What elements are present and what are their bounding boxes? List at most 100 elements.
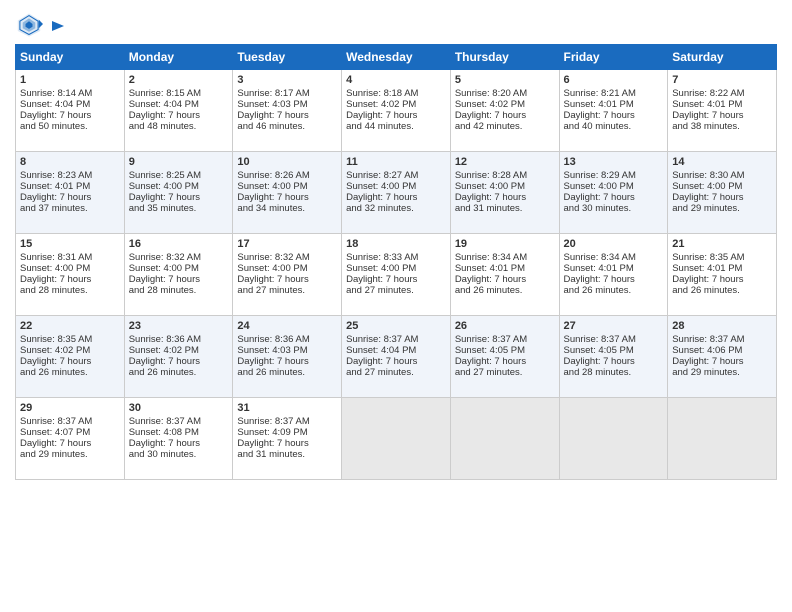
table-row <box>668 398 777 480</box>
day-info: Daylight: 7 hours <box>455 274 555 285</box>
day-info: Sunrise: 8:23 AM <box>20 170 120 181</box>
day-info: Daylight: 7 hours <box>20 274 120 285</box>
day-info: Daylight: 7 hours <box>455 192 555 203</box>
day-info: Sunset: 4:00 PM <box>455 181 555 192</box>
day-info: and 28 minutes. <box>564 367 664 378</box>
table-row: 21Sunrise: 8:35 AMSunset: 4:01 PMDayligh… <box>668 234 777 316</box>
day-number: 30 <box>129 402 229 414</box>
day-info: Sunset: 4:00 PM <box>237 263 337 274</box>
day-number: 23 <box>129 320 229 332</box>
col-monday: Monday <box>124 45 233 70</box>
day-info: Sunset: 4:02 PM <box>129 345 229 356</box>
table-row: 1Sunrise: 8:14 AMSunset: 4:04 PMDaylight… <box>16 70 125 152</box>
table-row: 9Sunrise: 8:25 AMSunset: 4:00 PMDaylight… <box>124 152 233 234</box>
day-info: Daylight: 7 hours <box>672 356 772 367</box>
day-info: Daylight: 7 hours <box>237 110 337 121</box>
day-info: Sunrise: 8:30 AM <box>672 170 772 181</box>
day-info: and 32 minutes. <box>346 203 446 214</box>
day-number: 16 <box>129 238 229 250</box>
day-info: and 42 minutes. <box>455 121 555 132</box>
table-row: 19Sunrise: 8:34 AMSunset: 4:01 PMDayligh… <box>450 234 559 316</box>
day-info: Sunrise: 8:37 AM <box>20 416 120 427</box>
day-info: and 50 minutes. <box>20 121 120 132</box>
day-info: Sunset: 4:06 PM <box>672 345 772 356</box>
day-info: Sunset: 4:00 PM <box>346 263 446 274</box>
day-info: Sunrise: 8:37 AM <box>564 334 664 345</box>
day-info: and 26 minutes. <box>455 285 555 296</box>
day-info: and 27 minutes. <box>237 285 337 296</box>
day-info: and 46 minutes. <box>237 121 337 132</box>
day-info: and 26 minutes. <box>20 367 120 378</box>
day-info: Daylight: 7 hours <box>346 356 446 367</box>
table-row: 6Sunrise: 8:21 AMSunset: 4:01 PMDaylight… <box>559 70 668 152</box>
day-info: Sunrise: 8:37 AM <box>237 416 337 427</box>
day-number: 21 <box>672 238 772 250</box>
day-info: Sunrise: 8:37 AM <box>129 416 229 427</box>
day-info: Daylight: 7 hours <box>672 110 772 121</box>
day-number: 27 <box>564 320 664 332</box>
day-info: Sunset: 4:05 PM <box>564 345 664 356</box>
day-info: and 34 minutes. <box>237 203 337 214</box>
day-info: Sunset: 4:05 PM <box>455 345 555 356</box>
table-row: 2Sunrise: 8:15 AMSunset: 4:04 PMDaylight… <box>124 70 233 152</box>
table-row: 28Sunrise: 8:37 AMSunset: 4:06 PMDayligh… <box>668 316 777 398</box>
day-info: Daylight: 7 hours <box>129 356 229 367</box>
day-info: and 35 minutes. <box>129 203 229 214</box>
day-info: Daylight: 7 hours <box>672 192 772 203</box>
day-info: Daylight: 7 hours <box>237 192 337 203</box>
table-row: 17Sunrise: 8:32 AMSunset: 4:00 PMDayligh… <box>233 234 342 316</box>
day-info: and 31 minutes. <box>455 203 555 214</box>
day-info: Sunrise: 8:28 AM <box>455 170 555 181</box>
day-info: Sunset: 4:02 PM <box>20 345 120 356</box>
day-info: Sunset: 4:00 PM <box>237 181 337 192</box>
day-info: Daylight: 7 hours <box>237 356 337 367</box>
day-number: 22 <box>20 320 120 332</box>
table-row: 24Sunrise: 8:36 AMSunset: 4:03 PMDayligh… <box>233 316 342 398</box>
table-row: 5Sunrise: 8:20 AMSunset: 4:02 PMDaylight… <box>450 70 559 152</box>
day-info: Sunset: 4:01 PM <box>672 99 772 110</box>
day-number: 26 <box>455 320 555 332</box>
day-info: Daylight: 7 hours <box>564 356 664 367</box>
day-number: 12 <box>455 156 555 168</box>
day-number: 15 <box>20 238 120 250</box>
day-info: Sunrise: 8:27 AM <box>346 170 446 181</box>
day-info: Sunset: 4:04 PM <box>129 99 229 110</box>
calendar-week-row: 8Sunrise: 8:23 AMSunset: 4:01 PMDaylight… <box>16 152 777 234</box>
day-info: Sunset: 4:00 PM <box>20 263 120 274</box>
table-row: 31Sunrise: 8:37 AMSunset: 4:09 PMDayligh… <box>233 398 342 480</box>
col-sunday: Sunday <box>16 45 125 70</box>
col-saturday: Saturday <box>668 45 777 70</box>
day-info: and 26 minutes. <box>672 285 772 296</box>
table-row: 14Sunrise: 8:30 AMSunset: 4:00 PMDayligh… <box>668 152 777 234</box>
table-row: 30Sunrise: 8:37 AMSunset: 4:08 PMDayligh… <box>124 398 233 480</box>
day-info: Sunrise: 8:15 AM <box>129 88 229 99</box>
table-row: 20Sunrise: 8:34 AMSunset: 4:01 PMDayligh… <box>559 234 668 316</box>
day-info: and 29 minutes. <box>20 449 120 460</box>
day-info: and 28 minutes. <box>20 285 120 296</box>
day-info: Sunset: 4:01 PM <box>564 99 664 110</box>
table-row: 25Sunrise: 8:37 AMSunset: 4:04 PMDayligh… <box>342 316 451 398</box>
day-info: Sunset: 4:01 PM <box>564 263 664 274</box>
table-row: 29Sunrise: 8:37 AMSunset: 4:07 PMDayligh… <box>16 398 125 480</box>
day-info: Sunset: 4:04 PM <box>20 99 120 110</box>
day-info: Sunrise: 8:37 AM <box>346 334 446 345</box>
day-info: Daylight: 7 hours <box>346 274 446 285</box>
day-info: and 28 minutes. <box>129 285 229 296</box>
day-info: Daylight: 7 hours <box>564 274 664 285</box>
day-info: Sunrise: 8:21 AM <box>564 88 664 99</box>
day-info: and 48 minutes. <box>129 121 229 132</box>
day-info: Daylight: 7 hours <box>129 274 229 285</box>
day-info: Sunset: 4:01 PM <box>455 263 555 274</box>
day-info: Daylight: 7 hours <box>129 192 229 203</box>
day-info: Sunset: 4:07 PM <box>20 427 120 438</box>
table-row: 11Sunrise: 8:27 AMSunset: 4:00 PMDayligh… <box>342 152 451 234</box>
table-row: 4Sunrise: 8:18 AMSunset: 4:02 PMDaylight… <box>342 70 451 152</box>
day-number: 11 <box>346 156 446 168</box>
table-row: 8Sunrise: 8:23 AMSunset: 4:01 PMDaylight… <box>16 152 125 234</box>
table-row <box>559 398 668 480</box>
day-number: 19 <box>455 238 555 250</box>
day-info: Sunset: 4:09 PM <box>237 427 337 438</box>
day-info: Daylight: 7 hours <box>455 110 555 121</box>
day-info: Sunrise: 8:34 AM <box>564 252 664 263</box>
day-number: 6 <box>564 74 664 86</box>
